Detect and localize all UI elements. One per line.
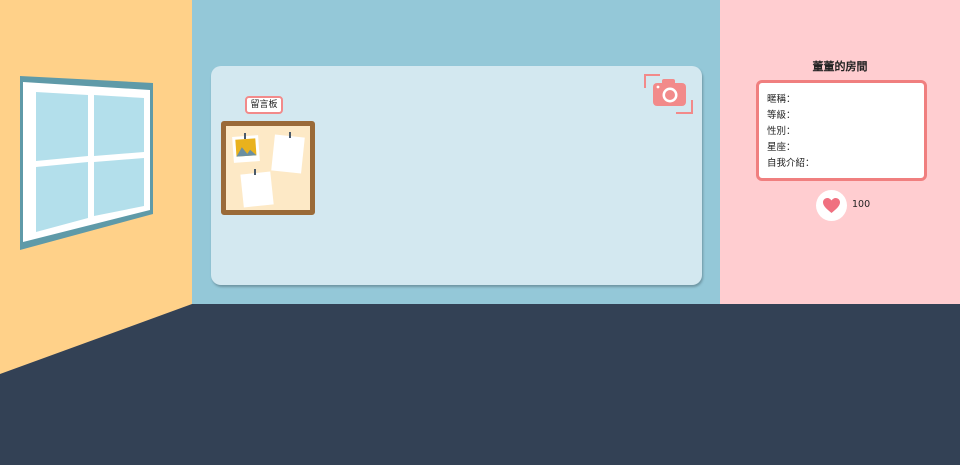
like-button[interactable] (816, 190, 847, 221)
camera-icon[interactable] (644, 74, 694, 116)
room-scene: 留言板 董董的房間 暱稱： 等級： 性別： 星座： 自我介紹： 100 (0, 0, 960, 465)
pinned-notes (232, 132, 305, 208)
like-count: 100 (852, 199, 871, 210)
window-icon (20, 76, 153, 250)
message-board-corkboard[interactable] (221, 121, 315, 215)
profile-card: 暱稱： 等級： 性別： 星座： 自我介紹： (756, 80, 927, 181)
heart-icon (823, 198, 840, 213)
profile-level-label: 等級： (767, 110, 796, 121)
profile-nickname-label: 暱稱： (767, 94, 796, 105)
sticky-note (271, 132, 305, 174)
profile-intro-label: 自我介紹： (767, 158, 815, 169)
message-board-tag[interactable]: 留言板 (245, 96, 283, 114)
room-title: 董董的房間 (812, 60, 868, 73)
profile-zodiac-label: 星座： (767, 142, 796, 153)
sticky-note (240, 169, 274, 208)
photo-icon (232, 133, 260, 163)
profile-gender-label: 性別： (767, 126, 796, 137)
